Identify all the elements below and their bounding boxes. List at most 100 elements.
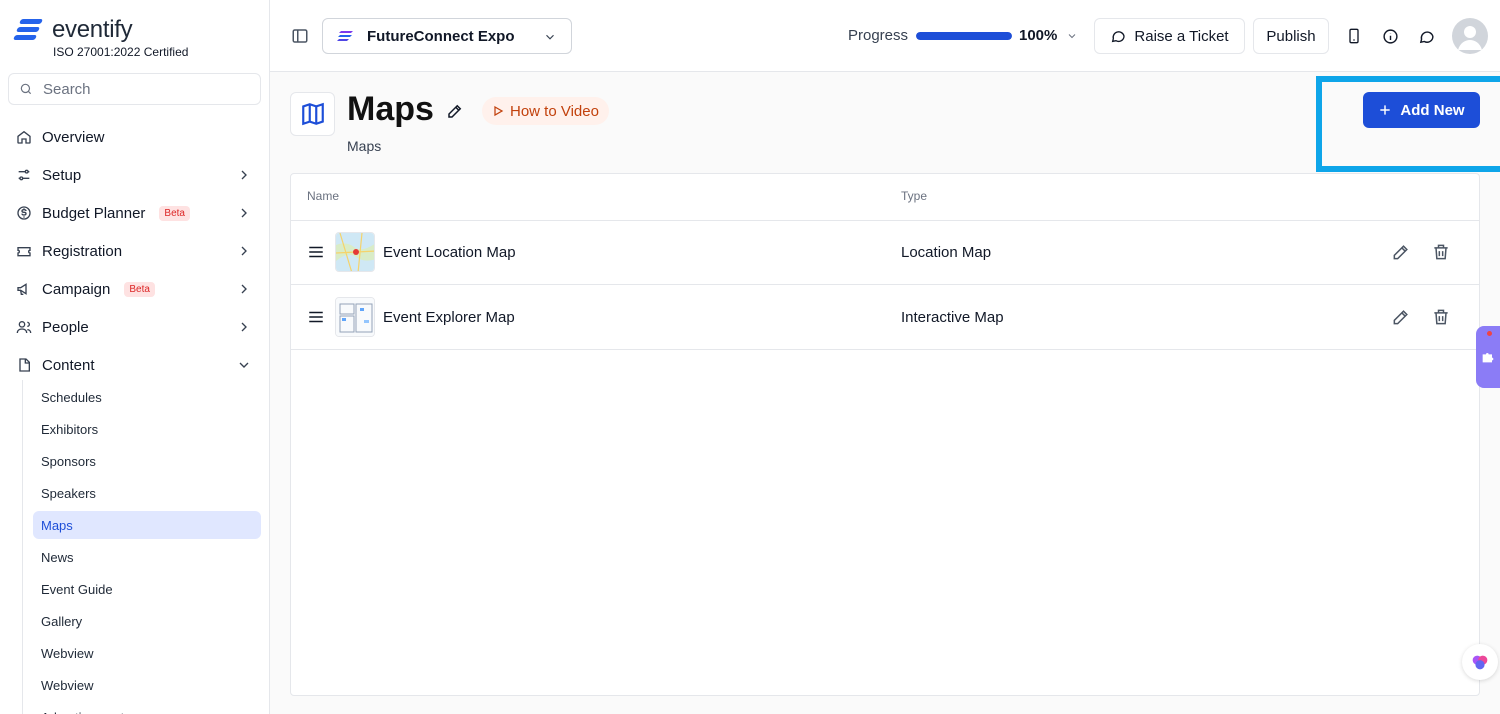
avatar[interactable] (1452, 18, 1488, 54)
progress-fill (916, 32, 1012, 40)
info-button[interactable] (1380, 26, 1400, 46)
sidebar-item-label: Setup (42, 166, 82, 184)
how-to-video-button[interactable]: How to Video (482, 97, 609, 125)
how-to-video-label: How to Video (510, 102, 599, 120)
sidebar-item-registration[interactable]: Registration (16, 236, 256, 266)
publish-button[interactable]: Publish (1253, 18, 1329, 54)
sidebar-subitem-webview-2[interactable]: Webview (33, 671, 261, 699)
sidebar-subitem-sponsors[interactable]: Sponsors (33, 447, 261, 475)
play-icon (494, 105, 504, 117)
document-icon (19, 358, 30, 372)
megaphone-icon (17, 283, 27, 295)
publish-label: Publish (1266, 27, 1316, 45)
drag-handle-icon[interactable] (307, 308, 325, 326)
sidebar-item-label: Content (42, 356, 95, 374)
map-type: Location Map (901, 244, 992, 261)
mobile-preview-button[interactable] (1344, 26, 1364, 46)
progress-chevron-down-icon[interactable] (1066, 30, 1078, 42)
map-name: Event Location Map (383, 244, 516, 261)
sliders-icon (18, 169, 30, 181)
sidebar-toggle-icon (292, 29, 308, 43)
sidebar-item-content[interactable]: Content (16, 350, 256, 380)
sidebar-subitem-gallery[interactable]: Gallery (33, 607, 261, 635)
add-new-button[interactable]: Add New (1363, 92, 1480, 128)
sidebar-item-overview[interactable]: Overview (16, 122, 256, 152)
chevron-right-icon (241, 170, 247, 180)
search-input[interactable] (43, 80, 243, 98)
sidebar-subitem-schedules[interactable]: Schedules (33, 383, 261, 411)
table-row[interactable]: Event Location Map Location Map (291, 220, 1479, 285)
sidebar-subitem-speakers[interactable]: Speakers (33, 479, 261, 507)
delete-trash-icon[interactable] (1431, 242, 1451, 262)
edit-pencil-icon[interactable] (1391, 242, 1411, 262)
beta-badge: Beta (124, 281, 155, 297)
sidebar-search[interactable] (8, 73, 261, 105)
sidebar-item-people[interactable]: People (16, 312, 256, 342)
ticket-icon (17, 247, 31, 257)
dollar-icon (17, 206, 31, 220)
sidebar-subitem-news[interactable]: News (33, 543, 261, 571)
sidebar-subitem-webview[interactable]: Webview (33, 639, 261, 667)
sidebar-item-label: People (42, 318, 89, 336)
sidebar-subitem-advertisement[interactable]: Advertisement (33, 703, 261, 714)
submenu-divider (22, 380, 23, 714)
progress-value: 100% (1019, 27, 1058, 44)
add-new-label: Add New (1400, 101, 1465, 119)
logo-mark-icon (12, 18, 44, 42)
message-dots-icon (1419, 30, 1434, 43)
chevron-right-icon (241, 246, 247, 256)
edit-pencil-icon[interactable] (1391, 307, 1411, 327)
sidebar-item-campaign[interactable]: Campaign Beta (16, 274, 256, 304)
drag-handle-icon[interactable] (307, 243, 325, 261)
chat-bubble-icon (1112, 31, 1126, 43)
event-selector[interactable]: FutureConnect Expo (322, 18, 572, 54)
pencil-icon (448, 104, 462, 118)
sidebar-item-label: Registration (42, 242, 123, 260)
edit-title-button[interactable] (446, 102, 464, 125)
table-row[interactable]: Event Explorer Map Interactive Map (291, 285, 1479, 350)
sidebar-toggle-button[interactable] (290, 26, 310, 46)
user-avatar-icon (1458, 26, 1482, 50)
brand-name: eventify (52, 16, 133, 43)
home-icon (17, 130, 31, 144)
brand-logo[interactable]: eventify (12, 16, 133, 44)
mobile-icon (1349, 28, 1359, 44)
messages-button[interactable] (1416, 26, 1436, 46)
sidebar-item-budget-planner[interactable]: Budget Planner Beta (16, 198, 256, 228)
sidebar-item-label: Budget Planner (42, 204, 146, 222)
raise-ticket-label: Raise a Ticket (1134, 27, 1229, 45)
column-header-name: Name (307, 189, 340, 203)
sidebar-item-label: Overview (42, 128, 105, 146)
chevron-right-icon (241, 284, 247, 294)
sidebar-item-label: Campaign (42, 280, 111, 298)
users-icon (16, 321, 32, 334)
sidebar-subitem-maps[interactable]: Maps (33, 511, 261, 539)
chevron-right-icon (241, 208, 247, 218)
brain-icon (1472, 655, 1488, 670)
event-name: FutureConnect Expo (367, 27, 515, 45)
delete-trash-icon[interactable] (1431, 307, 1451, 327)
sidebar-subitem-event-guide[interactable]: Event Guide (33, 575, 261, 603)
sidebar-item-setup[interactable]: Setup (16, 160, 256, 190)
puzzle-icon (1482, 353, 1494, 363)
event-logo-icon (337, 31, 353, 41)
raise-ticket-button[interactable]: Raise a Ticket (1094, 18, 1245, 54)
map-thumbnail (335, 232, 375, 272)
column-header-type: Type (901, 189, 928, 203)
chevron-down-icon (546, 34, 554, 40)
chevron-down-icon (239, 362, 249, 368)
ai-assistant-button[interactable] (1462, 644, 1498, 680)
search-icon (20, 83, 32, 95)
sidebar-subitem-exhibitors[interactable]: Exhibitors (33, 415, 261, 443)
map-thumbnail (335, 297, 375, 337)
progress-bar (916, 32, 1012, 40)
progress-label: Progress (848, 27, 909, 44)
sidebar: eventify ISO 27001:2022 Certified Overvi… (0, 0, 270, 714)
map-type: Interactive Map (901, 309, 1004, 326)
map-icon (301, 102, 324, 126)
maps-table: Name Type Event Location Map Location Ma… (290, 173, 1480, 696)
beta-badge: Beta (159, 205, 190, 221)
certification-label: ISO 27001:2022 Certified (53, 45, 189, 59)
location-map-thumbnail-icon (336, 233, 374, 271)
page-title: Maps (347, 90, 434, 128)
